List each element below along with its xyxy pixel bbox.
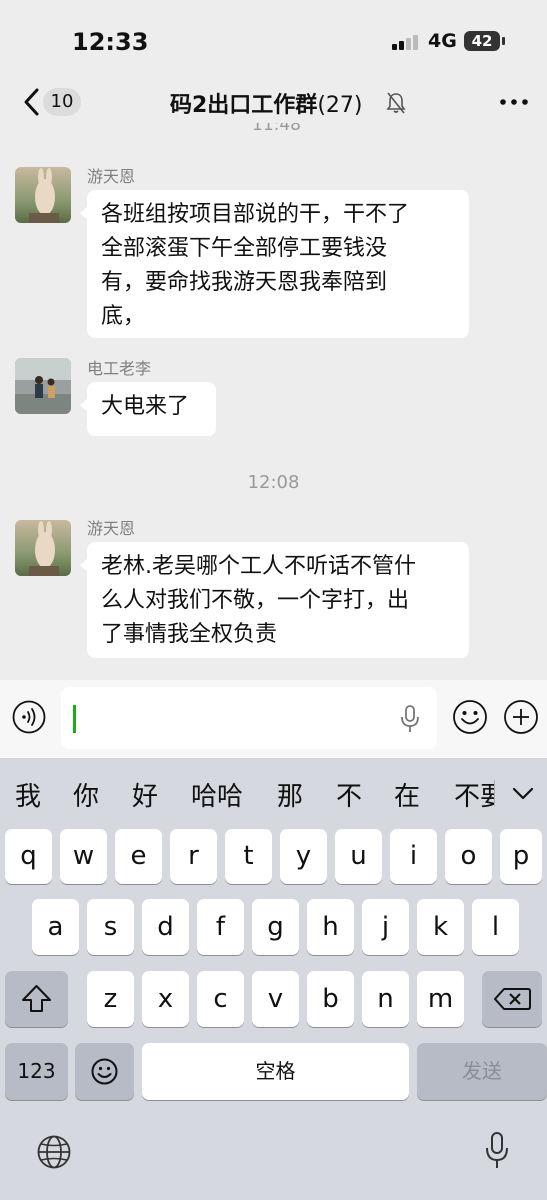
space-key[interactable]: 空格: [142, 1043, 409, 1100]
network-type: 4G: [428, 30, 457, 52]
key-u[interactable]: u: [335, 829, 382, 884]
message-bubble[interactable]: 老林.老吴哪个工人不听话不管什 么人对我们不敬，一个字打，出 了事情我全权负责: [80, 542, 469, 658]
message-line: 老林.老吴哪个工人不听话不管什: [101, 554, 416, 579]
key-q[interactable]: q: [5, 829, 52, 884]
key-l[interactable]: l: [472, 899, 519, 955]
status-bar: 12:33 4G 42: [0, 0, 547, 80]
avatar[interactable]: [15, 358, 71, 414]
candidate-word[interactable]: 好: [132, 776, 158, 813]
key-k[interactable]: k: [417, 899, 464, 955]
key-m[interactable]: m: [417, 971, 464, 1027]
group-name: 码2出口工作群: [170, 93, 318, 118]
send-key[interactable]: 发送: [417, 1043, 547, 1100]
candidate-word[interactable]: 在: [394, 776, 420, 813]
message-input[interactable]: [61, 687, 437, 749]
candidate-word[interactable]: 不要: [454, 776, 494, 813]
emoji-keyboard-key[interactable]: [75, 1043, 134, 1100]
key-c[interactable]: c: [197, 971, 244, 1027]
backspace-key[interactable]: [482, 971, 542, 1027]
key-s[interactable]: s: [87, 899, 134, 955]
message-line: 了事情我全权负责: [101, 622, 278, 647]
key-g[interactable]: g: [252, 899, 299, 955]
sender-name: 电工老李: [87, 359, 152, 378]
key-f[interactable]: f: [197, 899, 244, 955]
key-n[interactable]: n: [362, 971, 409, 1027]
message-bubble[interactable]: 大电来了: [80, 382, 216, 436]
candidate-word[interactable]: 那: [277, 776, 303, 813]
divider: [494, 780, 495, 806]
candidate-word[interactable]: 哈哈: [191, 776, 243, 813]
key-v[interactable]: v: [252, 971, 299, 1027]
message-line: 有，要命找我游天恩我奉陪到: [101, 270, 388, 295]
avatar[interactable]: [15, 520, 71, 576]
candidate-word[interactable]: 不: [336, 776, 362, 813]
time-separator-partial: 11:48: [252, 123, 301, 135]
backspace-icon: [494, 988, 531, 1010]
key-e[interactable]: e: [115, 829, 162, 884]
time-separator: 12:08: [247, 472, 300, 493]
chevron-down-icon[interactable]: [510, 782, 536, 804]
message-line: 么人对我们不敬，一个字打，出: [101, 588, 410, 613]
key-w[interactable]: w: [60, 829, 107, 884]
status-time: 12:33: [72, 28, 149, 56]
emoji-keyboard-icon: [91, 1058, 118, 1085]
microphone-icon[interactable]: [399, 704, 421, 734]
numbers-key[interactable]: 123: [5, 1043, 68, 1100]
voice-icon[interactable]: [12, 700, 46, 734]
plus-icon[interactable]: [503, 699, 539, 735]
shift-key[interactable]: [5, 971, 68, 1027]
text-caret: [73, 705, 76, 733]
key-i[interactable]: i: [390, 829, 437, 884]
message-bubble[interactable]: 各班组按项目部说的干，干不了 全部滚蛋下午全部停工要钱没 有，要命找我游天恩我奉…: [80, 190, 469, 338]
avatar[interactable]: [15, 167, 71, 223]
member-count: (27): [317, 93, 363, 118]
key-t[interactable]: t: [225, 829, 272, 884]
key-z[interactable]: z: [87, 971, 134, 1027]
message-line: 全部滚蛋下午全部停工要钱没: [101, 236, 388, 261]
globe-icon[interactable]: [36, 1134, 72, 1170]
key-x[interactable]: x: [142, 971, 189, 1027]
key-h[interactable]: h: [307, 899, 354, 955]
candidate-overflow: 不要: [452, 758, 494, 830]
battery-tip: [502, 37, 505, 45]
shift-icon: [22, 985, 51, 1012]
back-chevron-icon[interactable]: [18, 84, 46, 120]
key-y[interactable]: y: [280, 829, 327, 884]
emoji-icon[interactable]: [452, 699, 488, 735]
dictation-icon[interactable]: [484, 1131, 510, 1171]
more-icon[interactable]: [498, 86, 530, 118]
signal-icon: [392, 34, 422, 50]
unread-badge[interactable]: 10: [43, 88, 81, 116]
candidate-word[interactable]: 你: [73, 776, 99, 813]
message-line: 大电来了: [101, 394, 190, 419]
chat-header: 10 码2出口工作群(27): [0, 80, 547, 126]
battery-icon: 42: [464, 31, 500, 51]
key-a[interactable]: a: [32, 899, 79, 955]
key-r[interactable]: r: [170, 829, 217, 884]
candidate-bar: 我 你 好 哈哈 那 不 在 不要: [0, 758, 547, 830]
input-bar: [0, 680, 547, 758]
key-p[interactable]: p: [500, 829, 542, 884]
group-title[interactable]: 码2出口工作群(27): [170, 87, 362, 119]
sender-name: 游天恩: [87, 519, 136, 538]
key-b[interactable]: b: [307, 971, 354, 1027]
sender-name: 游天恩: [87, 167, 136, 186]
mute-bell-icon: [386, 91, 406, 115]
key-d[interactable]: d: [142, 899, 189, 955]
key-j[interactable]: j: [362, 899, 409, 955]
candidate-word[interactable]: 我: [15, 776, 41, 813]
message-line: 底，: [101, 304, 146, 329]
message-line: 各班组按项目部说的干，干不了: [101, 202, 410, 227]
key-o[interactable]: o: [445, 829, 492, 884]
